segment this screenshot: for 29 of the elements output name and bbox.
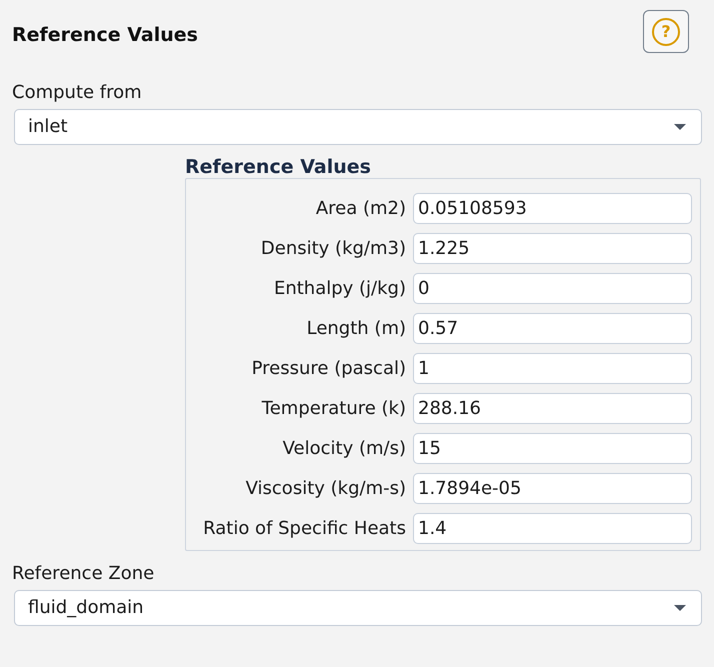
field-label: Enthalpy (j/kg) <box>272 278 406 300</box>
text-field[interactable]: 288.16 <box>413 393 692 424</box>
group-title: Reference Values <box>185 156 372 178</box>
field-label: Area (m2) <box>314 198 406 220</box>
caret-icon <box>674 605 686 611</box>
field-label: Length (m) <box>306 318 406 340</box>
field-label: Density (kg/m3) <box>260 238 406 260</box>
text-field[interactable]: 1 <box>413 353 692 384</box>
field-label: Pressure (pascal) <box>250 358 406 380</box>
field-caption: Reference Zone <box>12 563 156 585</box>
dropdown[interactable]: fluid_domain <box>14 590 702 626</box>
field-label: Viscosity (kg/m-s) <box>244 478 406 500</box>
help-icon: ? <box>652 18 680 46</box>
dropdown-value: inlet <box>28 116 68 138</box>
field-label: Ratio of Specific Heats <box>202 518 406 540</box>
panel-title: Reference Values <box>12 24 198 46</box>
field-label: Velocity (m/s) <box>282 438 406 460</box>
text-field[interactable]: 1.7894e-05 <box>413 473 692 504</box>
text-field[interactable]: 0.57 <box>413 313 692 344</box>
text-field[interactable]: 0.05108593 <box>413 193 692 224</box>
field-caption: Compute from <box>12 82 143 104</box>
text-field[interactable]: 1.4 <box>413 513 692 544</box>
text-field[interactable]: 15 <box>413 433 692 464</box>
text-field[interactable]: 0 <box>413 273 692 304</box>
dropdown-value: fluid_domain <box>28 597 144 619</box>
text-field[interactable]: 1.225 <box>413 233 692 264</box>
dropdown[interactable]: inlet <box>14 109 702 145</box>
caret-icon <box>674 124 686 130</box>
field-label: Temperature (k) <box>260 398 406 420</box>
